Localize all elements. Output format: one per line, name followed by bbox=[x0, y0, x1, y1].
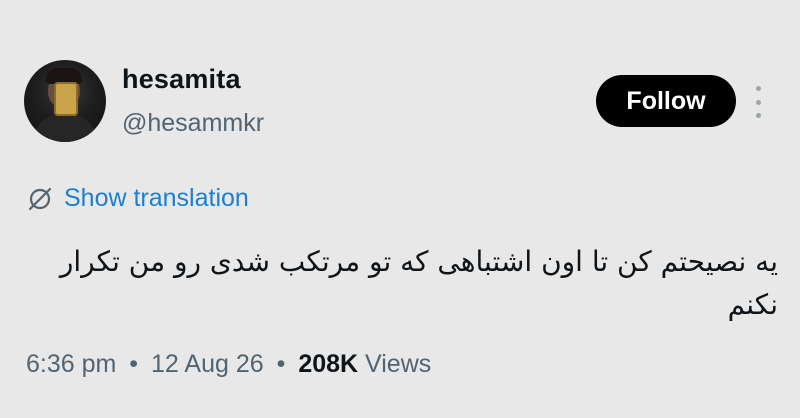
avatar-shoulders bbox=[32, 114, 98, 142]
avatar-phone bbox=[54, 82, 78, 116]
author-name[interactable]: hesamita bbox=[122, 64, 241, 95]
show-translation-label: Show translation bbox=[64, 184, 249, 212]
tweet-text: یه نصیحتم کن تا اون اشتباهی که تو مرتکب … bbox=[59, 245, 778, 321]
tweet-time[interactable]: 6:36 pm bbox=[26, 350, 116, 378]
follow-button[interactable]: Follow bbox=[596, 75, 736, 127]
tweet-meta: 6:36 pm • 12 Aug 26 • 208K Views bbox=[26, 350, 431, 379]
author-handle[interactable]: @hesammkr bbox=[122, 109, 264, 138]
translate-off-icon bbox=[28, 187, 52, 210]
more-dot bbox=[755, 86, 761, 91]
more-vertical-icon[interactable] bbox=[750, 86, 766, 118]
more-dot bbox=[755, 113, 761, 118]
views-label: Views bbox=[365, 350, 432, 378]
avatar[interactable] bbox=[24, 60, 106, 142]
tweet-date[interactable]: 12 Aug 26 bbox=[151, 350, 264, 378]
views-count: 208K bbox=[298, 350, 359, 378]
more-dot bbox=[755, 99, 761, 105]
meta-separator: • bbox=[276, 350, 286, 378]
meta-separator: • bbox=[129, 350, 139, 378]
show-translation-link[interactable]: Show translation bbox=[26, 184, 249, 213]
